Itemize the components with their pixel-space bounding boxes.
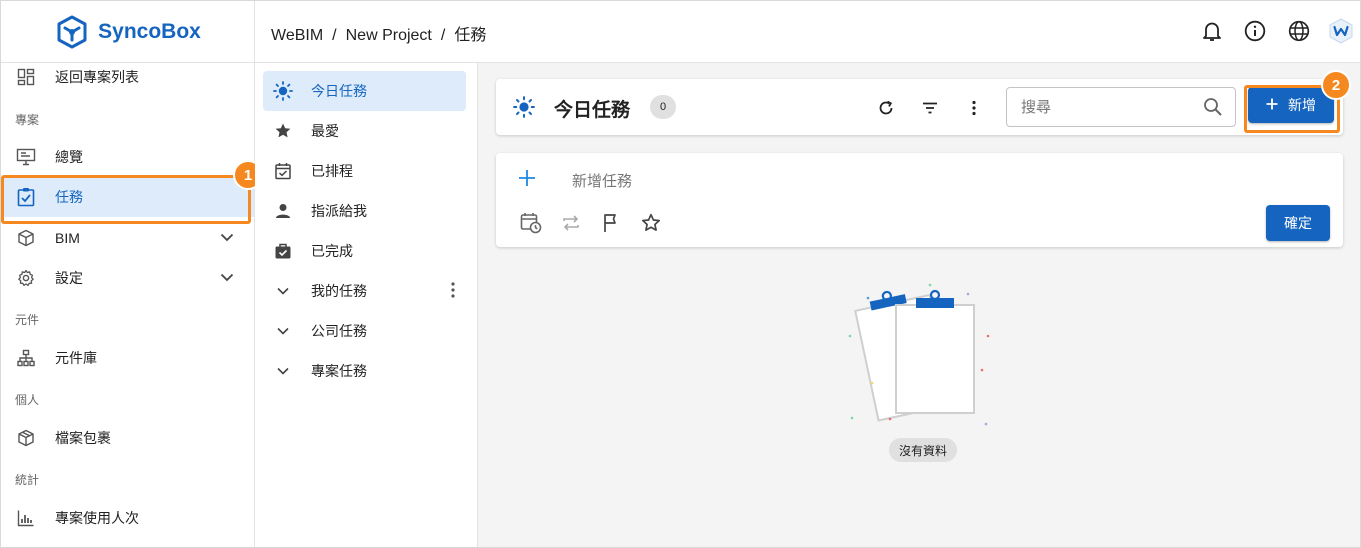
calendar-check-icon	[273, 161, 293, 181]
briefcase-check-icon	[273, 241, 293, 261]
task-list-completed[interactable]: 已完成	[263, 231, 466, 271]
task-header-card: 今日任務 0 新增	[496, 79, 1343, 135]
task-list-my-tasks[interactable]: 我的任務	[263, 271, 466, 311]
refresh-icon[interactable]	[875, 97, 897, 119]
plus-icon[interactable]	[518, 169, 536, 192]
callout-badge-2: 2	[1321, 70, 1351, 100]
sidebar-item-component-library[interactable]: 元件庫	[1, 338, 254, 378]
chevron-down-icon[interactable]	[273, 361, 293, 381]
avatar[interactable]	[1328, 18, 1354, 44]
dashboard-grid-icon	[15, 66, 37, 88]
empty-state-illustration	[838, 278, 998, 443]
search-input[interactable]	[1007, 88, 1187, 126]
app-frame: SyncoBox 返回專案列表 專案 總覽 任務 BIM 設定 元件 元件庫 個…	[0, 0, 1361, 548]
breadcrumb: WeBIM / New Project / 任務	[271, 21, 486, 45]
task-list-label: 專案任務	[311, 363, 367, 379]
monitor-icon	[15, 146, 37, 168]
sidebar-item-back[interactable]: 返回專案列表	[1, 57, 254, 97]
task-count-badge: 0	[650, 95, 676, 119]
sidebar-item-label: 任務	[55, 189, 83, 205]
chevron-down-icon[interactable]	[273, 281, 293, 301]
task-list-project-tasks[interactable]: 專案任務	[263, 351, 466, 391]
chevron-down-icon[interactable]	[273, 321, 293, 341]
search-field[interactable]	[1006, 87, 1236, 127]
task-list-company-tasks[interactable]: 公司任務	[263, 311, 466, 351]
gear-icon	[15, 267, 37, 289]
sidebar-item-overview[interactable]: 總覽	[1, 137, 254, 177]
breadcrumb-separator: /	[440, 27, 446, 44]
new-task-card: 新增任務 確定	[496, 153, 1343, 247]
star-icon	[273, 121, 293, 141]
task-list-today[interactable]: 今日任務	[263, 71, 466, 111]
sidebar-item-label: 設定	[55, 270, 83, 286]
sidebar-item-label: 元件庫	[55, 350, 97, 366]
sidebar-item-label: 返回專案列表	[55, 69, 139, 85]
task-list-favorite[interactable]: 最愛	[263, 111, 466, 151]
plus-icon	[1266, 97, 1278, 113]
cube-icon	[15, 227, 37, 249]
breadcrumb-item-webim[interactable]: WeBIM	[271, 27, 323, 44]
sidebar-item-settings[interactable]: 設定	[1, 258, 254, 298]
info-icon[interactable]	[1242, 18, 1268, 44]
page-title: 今日任務	[554, 100, 631, 121]
breadcrumb-item-current: 任務	[454, 27, 487, 44]
calendar-clock-icon[interactable]	[519, 211, 543, 235]
task-list-assigned-to-me[interactable]: 指派給我	[263, 191, 466, 231]
main-content: 今日任務 0 新增	[478, 63, 1360, 547]
section-label-project: 專案	[15, 113, 40, 127]
breadcrumb-separator: /	[332, 27, 337, 44]
bar-chart-icon	[15, 507, 37, 529]
task-list-label: 最愛	[311, 123, 339, 139]
sidebar-item-label: 檔案包裹	[55, 430, 111, 446]
add-task-button[interactable]: 新增	[1248, 87, 1334, 123]
hierarchy-icon	[15, 347, 37, 369]
task-list-label: 公司任務	[311, 323, 367, 339]
star-outline-icon[interactable]	[639, 211, 663, 235]
task-list-scheduled[interactable]: 已排程	[263, 151, 466, 191]
sidebar-item-label: 總覽	[55, 149, 83, 165]
sun-icon	[273, 81, 293, 101]
sidebar-item-bim[interactable]: BIM	[1, 218, 254, 258]
task-list-label: 我的任務	[311, 283, 367, 299]
sidebar-item-label: BIM	[55, 230, 80, 246]
flag-icon[interactable]	[599, 211, 623, 235]
more-vert-icon[interactable]	[450, 281, 456, 302]
clipboard-check-icon	[15, 186, 37, 208]
filter-icon[interactable]	[919, 97, 941, 119]
sun-icon	[513, 96, 535, 123]
chevron-down-icon[interactable]	[220, 229, 234, 245]
new-task-input[interactable]: 新增任務	[572, 170, 632, 191]
section-label-components: 元件	[15, 313, 40, 327]
bell-icon[interactable]	[1199, 18, 1225, 44]
sidebar: SyncoBox 返回專案列表 專案 總覽 任務 BIM 設定 元件 元件庫 個…	[1, 1, 255, 547]
logo-text: SyncoBox	[98, 19, 201, 43]
task-list-label: 已完成	[311, 243, 353, 259]
task-list-label: 已排程	[311, 163, 353, 179]
more-vert-icon[interactable]	[963, 97, 985, 119]
package-icon	[15, 427, 37, 449]
top-bar: WeBIM / New Project / 任務	[255, 1, 1360, 63]
sidebar-item-file-package[interactable]: 檔案包裹	[1, 418, 254, 458]
section-label-personal: 個人	[15, 393, 40, 407]
logo[interactable]: SyncoBox	[1, 1, 254, 63]
sidebar-item-label: 專案使用人次	[55, 510, 139, 526]
sidebar-item-tasks[interactable]: 任務	[1, 177, 254, 217]
breadcrumb-item-project[interactable]: New Project	[346, 27, 432, 44]
task-list-label: 指派給我	[311, 203, 367, 219]
empty-state-label: 沒有資料	[889, 438, 958, 462]
chevron-down-icon[interactable]	[220, 269, 234, 285]
sidebar-item-project-usage[interactable]: 專案使用人次	[1, 498, 254, 538]
globe-icon[interactable]	[1286, 18, 1312, 44]
section-label-stats: 統計	[15, 473, 40, 487]
task-list-pane: 今日任務 最愛 已排程 指派給我 已完成 我的任務 公司任務 專案任務	[255, 63, 478, 547]
task-list-label: 今日任務	[311, 83, 367, 99]
person-icon	[273, 201, 293, 221]
syncobox-logo-icon	[57, 15, 87, 48]
add-task-button-label: 新增	[1288, 97, 1316, 113]
search-icon[interactable]	[1203, 97, 1223, 122]
confirm-button[interactable]: 確定	[1266, 205, 1330, 241]
repeat-icon[interactable]	[559, 211, 583, 235]
